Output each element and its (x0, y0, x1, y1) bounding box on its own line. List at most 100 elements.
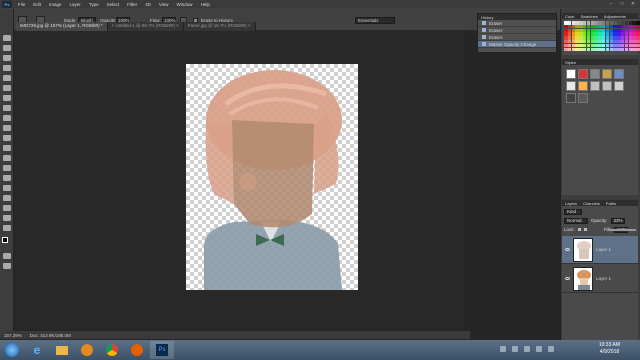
tab-img729[interactable]: IMG729.jpg @ 157% (Layer 1, RGB/8#) * (16, 22, 108, 31)
start-button[interactable] (0, 341, 24, 359)
style-swatch[interactable] (566, 69, 576, 79)
history-item[interactable]: Eraser (478, 27, 556, 34)
layer-row[interactable]: Layer 1 (562, 265, 638, 293)
dodge-tool-icon[interactable] (3, 165, 11, 171)
menu-edit[interactable]: Edit (29, 2, 45, 7)
blend-mode-select[interactable]: Normal (564, 217, 588, 224)
taskbar-clock[interactable]: 10:33 AM 4/9/2018 (599, 342, 620, 356)
opacity-slider[interactable] (608, 229, 636, 231)
menu-type[interactable]: Type (85, 2, 103, 7)
style-swatch[interactable] (590, 81, 600, 91)
tab-paths[interactable]: Paths (606, 201, 616, 206)
tray-chevron-icon[interactable] (500, 346, 506, 352)
zoom-tool-icon[interactable] (3, 225, 11, 231)
tab-channels[interactable]: Channels (583, 201, 600, 206)
lock-position-icon[interactable] (583, 228, 587, 231)
tab-farrel[interactable]: Farrel.jpg @ 16.7% (RGB/8#) × (183, 22, 256, 31)
type-tool-icon[interactable] (3, 185, 11, 191)
visibility-eye-icon[interactable] (565, 248, 570, 251)
quick-select-tool-icon[interactable] (3, 65, 11, 71)
lock-label: Lock: (564, 227, 575, 232)
move-tool-icon[interactable] (3, 35, 11, 41)
tab-layers[interactable]: Layers (565, 201, 577, 206)
menu-help[interactable]: Help (197, 2, 214, 7)
taskbar-photoshop[interactable]: Ps (150, 341, 174, 359)
lock-pixels-icon[interactable] (577, 228, 581, 231)
history-item[interactable]: Eraser (478, 34, 556, 41)
marquee-tool-icon[interactable] (3, 45, 11, 51)
battery-icon[interactable] (536, 346, 542, 352)
visibility-eye-icon[interactable] (565, 277, 570, 280)
document-canvas[interactable] (186, 64, 358, 290)
pen-tool-icon[interactable] (3, 175, 11, 181)
screen-mode-icon[interactable] (3, 263, 11, 269)
menu-layer[interactable]: Layer (66, 2, 85, 7)
tab-untitled-1[interactable]: × Untitled-1 @ 66.7% (RGB/8#) × (107, 22, 184, 31)
style-swatch[interactable] (602, 81, 612, 91)
crop-tool-icon[interactable] (3, 75, 11, 81)
style-swatch[interactable] (566, 93, 576, 103)
volume-icon[interactable] (524, 346, 530, 352)
history-brush-tool-icon[interactable] (3, 125, 11, 131)
swatch-grid[interactable] (564, 21, 640, 52)
style-swatch[interactable] (578, 81, 588, 91)
tab-adjustments[interactable]: Adjustments (604, 14, 626, 19)
tab-styles[interactable]: Styles (565, 60, 576, 65)
style-swatch[interactable] (578, 69, 588, 79)
ear-shape (239, 173, 257, 191)
shape-tool-icon[interactable] (3, 205, 11, 211)
network-icon[interactable] (512, 346, 518, 352)
taskbar-chrome[interactable] (100, 341, 124, 359)
style-swatch[interactable] (578, 93, 588, 103)
lasso-tool-icon[interactable] (3, 55, 11, 61)
menu-window[interactable]: Window (173, 2, 197, 7)
layer-kind-filter[interactable]: Kind (564, 208, 582, 215)
menu-view[interactable]: View (155, 2, 173, 7)
taskbar-firefox[interactable] (125, 341, 149, 359)
zoom-level[interactable]: 157.29% (4, 333, 22, 338)
photoshop-icon: Ps (156, 344, 168, 356)
clone-stamp-tool-icon[interactable] (3, 115, 11, 121)
layer-opacity-input[interactable]: 33% (610, 217, 625, 224)
history-item-label: Master Opacity Change (489, 41, 537, 47)
tab-color[interactable]: Color (565, 14, 575, 19)
style-swatch[interactable] (614, 81, 624, 91)
gradient-tool-icon[interactable] (3, 145, 11, 151)
hand-tool-icon[interactable] (3, 215, 11, 221)
quick-mask-icon[interactable] (3, 253, 11, 259)
history-tab[interactable]: History (481, 15, 493, 20)
layer-name: Layer 1 (596, 247, 612, 252)
history-item[interactable]: Eraser (478, 20, 556, 27)
menu-file[interactable]: File (14, 2, 29, 7)
menu-3d[interactable]: 3D (141, 2, 155, 7)
menu-image[interactable]: Image (45, 2, 66, 7)
maximize-button[interactable]: □ (617, 0, 627, 8)
layers-panel-header: Layers Channels Paths (562, 200, 638, 206)
style-swatch[interactable] (602, 69, 612, 79)
style-swatch[interactable] (614, 69, 624, 79)
tab-swatches[interactable]: Swatches (581, 14, 598, 19)
minimize-button[interactable]: – (606, 0, 616, 8)
flag-icon[interactable] (548, 346, 554, 352)
taskbar-ie[interactable]: e (25, 341, 49, 359)
swatch-cell[interactable] (636, 47, 640, 52)
history-item-selected[interactable]: Master Opacity Change (478, 41, 556, 48)
healing-tool-icon[interactable] (3, 95, 11, 101)
tools-panel (0, 9, 14, 339)
close-button[interactable]: ✕ (628, 0, 638, 8)
blur-tool-icon[interactable] (3, 155, 11, 161)
foreground-color-swatch[interactable] (2, 237, 8, 243)
menu-bar: Ps File Edit Image Layer Type Select Fil… (0, 0, 640, 8)
brush-tool-icon[interactable] (3, 105, 11, 111)
layer-row-selected[interactable]: Layer 1 (562, 236, 638, 264)
taskbar-explorer[interactable] (50, 341, 74, 359)
eyedropper-tool-icon[interactable] (3, 85, 11, 91)
style-swatch[interactable] (566, 81, 576, 91)
eraser-tool-icon[interactable] (3, 135, 11, 141)
style-swatch[interactable] (590, 69, 600, 79)
menu-filter[interactable]: Filter (123, 2, 141, 7)
menu-select[interactable]: Select (103, 2, 124, 7)
history-item-label: Eraser (489, 20, 503, 26)
path-select-tool-icon[interactable] (3, 195, 11, 201)
taskbar-media[interactable] (75, 341, 99, 359)
